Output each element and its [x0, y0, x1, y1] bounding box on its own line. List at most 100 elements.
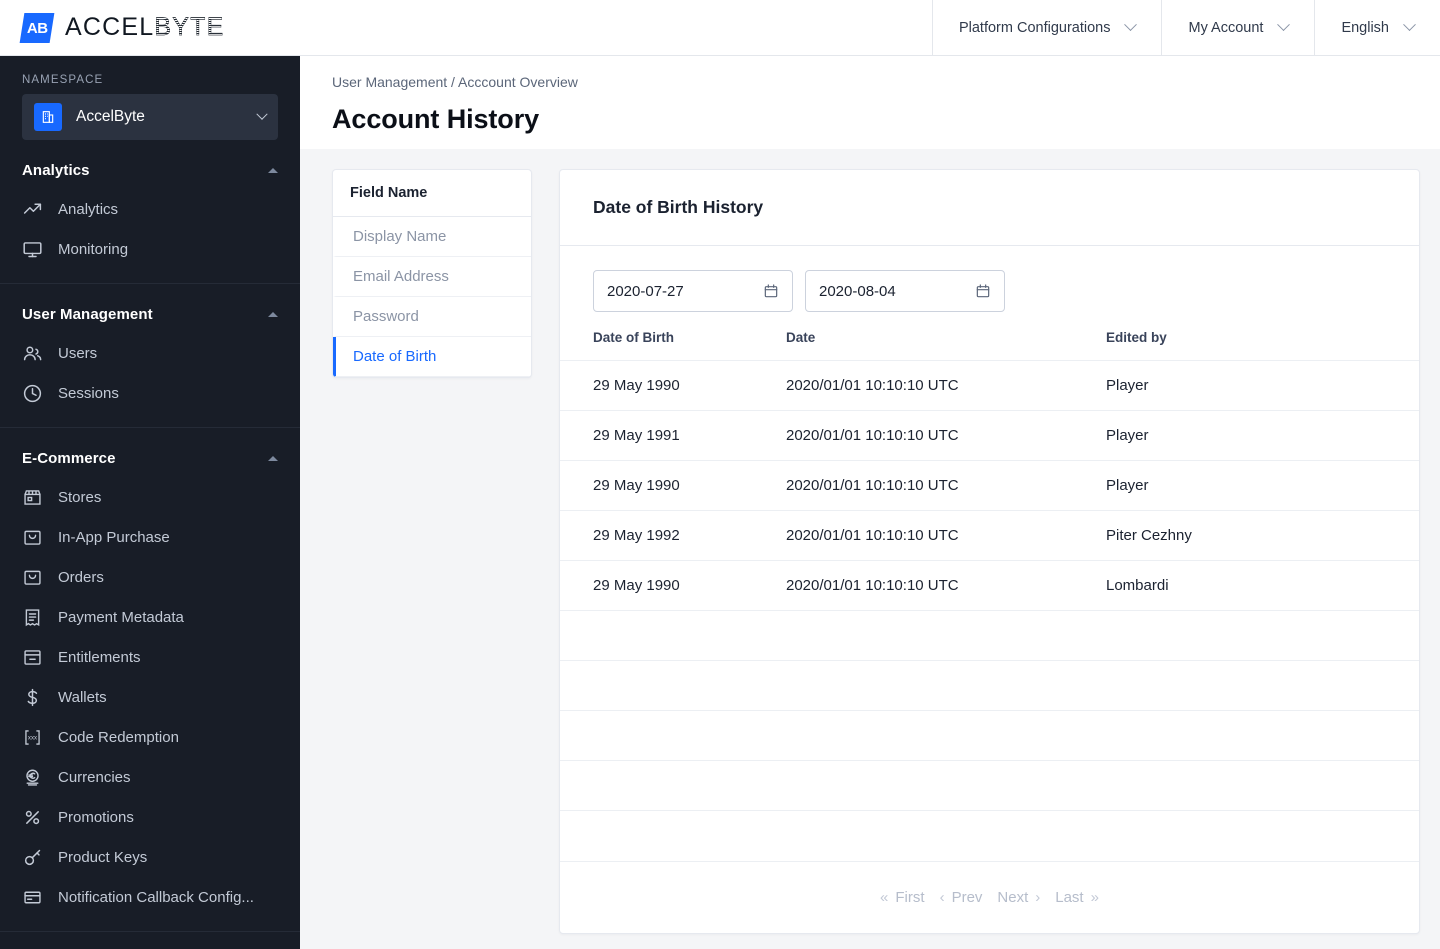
table-row[interactable]: 29 May 1992 2020/01/01 10:10:10 UTC Pite… [560, 510, 1419, 561]
column-header-date-of-birth: Date of Birth [593, 330, 674, 345]
column-header-edited-by: Edited by [1106, 330, 1167, 345]
sidebar-item-promotions[interactable]: Promotions [0, 797, 300, 837]
table-row[interactable]: 29 May 1991 2020/01/01 10:10:10 UTC Play… [560, 410, 1419, 461]
field-item-display-name[interactable]: Display Name [333, 217, 531, 257]
calendar-icon[interactable] [763, 283, 779, 299]
topnav-label: English [1341, 19, 1389, 36]
chevron-down-icon [1403, 18, 1416, 32]
pagination-first-button[interactable]: « First [877, 889, 928, 906]
logo-monogram: AB [26, 19, 48, 36]
sidebar-item-label: Stores [58, 488, 102, 506]
cell-edited-by: Piter Cezhny [1106, 510, 1419, 561]
chevron-down-icon [256, 108, 268, 120]
topnav-my-account[interactable]: My Account [1161, 0, 1314, 55]
page-title: Account History [332, 104, 540, 134]
sidebar-item-entitlements[interactable]: Entitlements [0, 637, 300, 677]
topnav-label: My Account [1188, 19, 1264, 36]
sidebar-item-wallets[interactable]: Wallets [0, 677, 300, 717]
field-item-date-of-birth[interactable]: Date of Birth [333, 337, 531, 377]
sidebar-section-title: E-Commerce [22, 450, 116, 467]
table-header-row: Date of Birth Date Edited by [560, 330, 1419, 361]
topnav-language[interactable]: English [1314, 0, 1440, 55]
field-item-label: Email Address [353, 268, 449, 285]
pagination-last-button[interactable]: Last » [1052, 889, 1102, 906]
sidebar-section-header-analytics[interactable]: Analytics [0, 156, 300, 189]
table-row-empty [560, 760, 1419, 811]
table-row[interactable]: 29 May 1990 2020/01/01 10:10:10 UTC Play… [560, 460, 1419, 511]
sidebar-section-user-management: User Management Users Sessions [0, 283, 300, 413]
field-item-email-address[interactable]: Email Address [333, 257, 531, 297]
sidebar-item-code-redemption[interactable]: xxx Code Redemption [0, 717, 300, 757]
sidebar-item-in-app-purchase[interactable]: In-App Purchase [0, 517, 300, 557]
sidebar-item-label: Users [58, 344, 98, 362]
bag-icon [22, 527, 43, 548]
date-from-input[interactable]: 2020-07-27 [593, 270, 793, 312]
sidebar-section-header-ecommerce[interactable]: E-Commerce [0, 444, 300, 477]
code-icon: xxx [22, 727, 43, 748]
pagination-next-button[interactable]: Next › [994, 889, 1043, 906]
logo-byte-text: BYTE [154, 13, 225, 41]
svg-text:xxx: xxx [28, 734, 37, 741]
app-root: AB ACCEL BYTE Platform Configurations My … [0, 0, 1440, 949]
sidebar-item-notification-callback-config[interactable]: Notification Callback Config... [0, 877, 300, 917]
field-name-panel: Field Name Display Name Email Address Pa… [332, 169, 532, 378]
sidebar-section-header-user-management[interactable]: User Management [0, 300, 300, 333]
double-chevron-right-icon: » [1090, 888, 1099, 906]
chevron-left-icon: ‹ [939, 888, 945, 906]
field-item-password[interactable]: Password [333, 297, 531, 337]
sidebar-item-stores[interactable]: Stores [0, 477, 300, 517]
bag-icon [22, 567, 43, 588]
dollar-icon [22, 687, 43, 708]
sidebar-item-label: Promotions [58, 808, 134, 826]
cell-edited-by: Lombardi [1106, 560, 1419, 611]
sidebar-item-sessions[interactable]: Sessions [0, 373, 300, 413]
sidebar-item-label: Code Redemption [58, 728, 179, 746]
pagination-prev-button[interactable]: ‹ Prev [937, 889, 986, 906]
sidebar-item-label: Wallets [58, 688, 107, 706]
topnav-platform-configurations[interactable]: Platform Configurations [931, 0, 1162, 55]
sidebar-item-currencies[interactable]: Currencies [0, 757, 300, 797]
history-table-body: 29 May 1990 2020/01/01 10:10:10 UTC Play… [560, 360, 1419, 861]
chevron-down-icon [1277, 18, 1291, 32]
date-to-input[interactable]: 2020-08-04 [805, 270, 1005, 312]
sidebar-item-users[interactable]: Users [0, 333, 300, 373]
chevron-right-icon: › [1035, 888, 1041, 906]
sidebar: NAMESPACE AccelByte Analytics Analytics … [0, 56, 300, 949]
clock-icon [22, 383, 43, 404]
namespace-selector[interactable]: AccelByte [22, 94, 278, 140]
double-chevron-left-icon: « [880, 888, 889, 906]
sidebar-item-label: Entitlements [58, 648, 141, 666]
accelbyte-logo-icon: AB [19, 12, 55, 43]
cell-date: 2020/01/01 10:10:10 UTC [786, 460, 1106, 511]
sidebar-item-orders[interactable]: Orders [0, 557, 300, 597]
breadcrumb[interactable]: User Management / Acccount Overview [332, 74, 1408, 90]
sidebar-section-game-management: Game Management [0, 931, 300, 949]
cell-date: 2020/01/01 10:10:10 UTC [786, 560, 1106, 611]
key-icon [22, 847, 43, 868]
sidebar-section-title: Analytics [22, 162, 90, 179]
table-row[interactable]: 29 May 1990 2020/01/01 10:10:10 UTC Lomb… [560, 560, 1419, 611]
sidebar-section-ecommerce: E-Commerce Stores In-App Purchase Orders… [0, 427, 300, 917]
content-area: Field Name Display Name Email Address Pa… [300, 149, 1440, 949]
table-row[interactable]: 29 May 1990 2020/01/01 10:10:10 UTC Play… [560, 360, 1419, 411]
card-icon [22, 887, 43, 908]
pagination: « First ‹ Prev Next › Last » [560, 860, 1419, 934]
sidebar-item-label: Currencies [58, 768, 131, 786]
sidebar-item-analytics[interactable]: Analytics [0, 189, 300, 229]
percent-icon [22, 807, 43, 828]
sidebar-section-title: User Management [22, 306, 153, 323]
cell-edited-by: Player [1106, 360, 1419, 411]
field-item-label: Date of Birth [353, 348, 437, 365]
page-header: User Management / Acccount Overview Acco… [300, 56, 1440, 149]
sidebar-item-product-keys[interactable]: Product Keys [0, 837, 300, 877]
receipt-icon [22, 607, 43, 628]
sidebar-item-label: Orders [58, 568, 104, 586]
history-card: Date of Birth History 2020-07-27 2020-08… [559, 169, 1420, 934]
cell-date-of-birth: 29 May 1992 [560, 510, 786, 561]
sidebar-item-monitoring[interactable]: Monitoring [0, 229, 300, 269]
top-bar: AB ACCEL BYTE Platform Configurations My … [0, 0, 1440, 56]
calendar-icon[interactable] [975, 283, 991, 299]
namespace-label: NAMESPACE [22, 74, 104, 86]
brand-logo[interactable]: AB ACCEL BYTE [0, 0, 224, 55]
sidebar-item-payment-metadata[interactable]: Payment Metadata [0, 597, 300, 637]
